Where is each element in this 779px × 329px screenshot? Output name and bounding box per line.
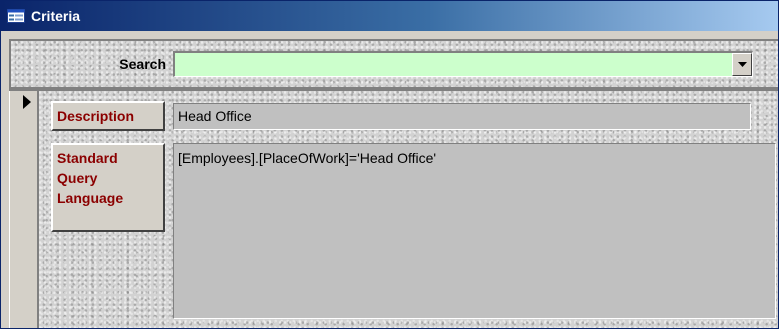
chevron-down-icon — [738, 62, 747, 67]
sql-label-line: Query — [57, 170, 98, 186]
search-dropdown-button[interactable] — [732, 53, 752, 76]
sql-label-line: Language — [57, 190, 124, 206]
search-combobox[interactable] — [173, 51, 753, 77]
sql-label-line: Standard — [57, 150, 118, 166]
form-icon — [7, 9, 25, 23]
sql-label-button[interactable]: Standard Query Language — [51, 143, 165, 232]
description-label-button[interactable]: Description — [51, 101, 165, 131]
description-field[interactable]: Head Office — [173, 103, 751, 130]
record-pointer-icon — [23, 95, 31, 109]
title-bar[interactable]: Criteria — [1, 1, 778, 31]
record-selector[interactable] — [9, 91, 39, 328]
sql-field[interactable]: [Employees].[PlaceOfWork]='Head Office' — [173, 143, 776, 319]
window-title: Criteria — [31, 8, 81, 24]
search-label: Search — [119, 56, 166, 72]
criteria-window: Criteria Search Description Head Office … — [0, 0, 779, 329]
